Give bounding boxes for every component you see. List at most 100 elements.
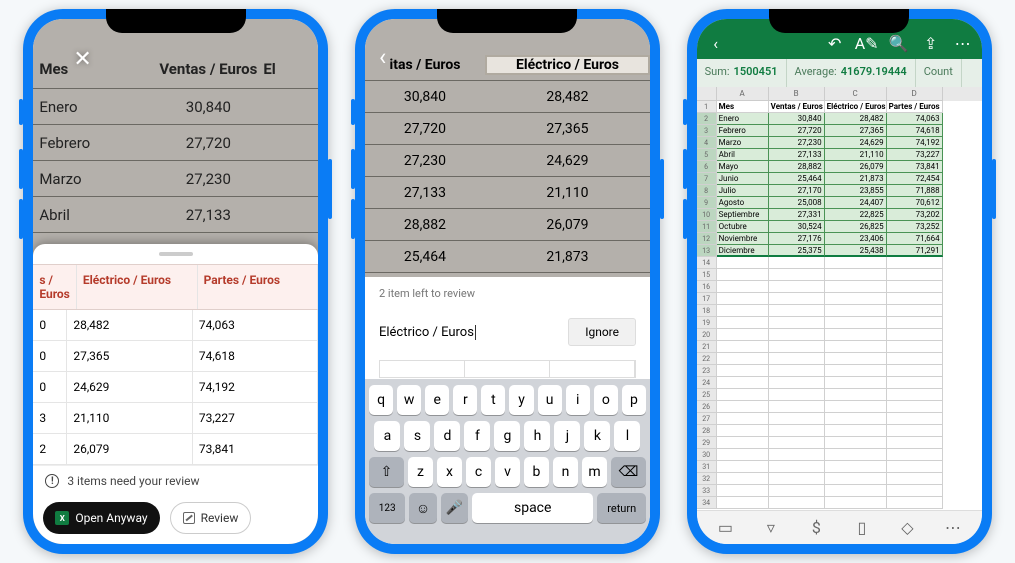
table-row[interactable]: 11Octubre30,52426,82573,252 [697, 221, 982, 233]
fill-icon[interactable]: ◇ [896, 517, 918, 539]
key-a[interactable]: a [374, 421, 400, 451]
back-icon[interactable]: ‹ [707, 34, 725, 52]
table-row[interactable]: 17 [697, 293, 982, 305]
table-row[interactable]: 21 [697, 341, 982, 353]
key-d[interactable]: d [434, 421, 460, 451]
share-icon[interactable]: ⇪ [922, 34, 940, 52]
table-row[interactable]: 8Julio27,17023,85571,888 [697, 185, 982, 197]
col-header[interactable]: D [887, 87, 943, 101]
table-row[interactable]: 25 [697, 389, 982, 401]
table-row[interactable]: 16 [697, 281, 982, 293]
key-u[interactable]: u [538, 385, 562, 415]
col-header[interactable]: B [769, 87, 825, 101]
key-r[interactable]: r [453, 385, 477, 415]
table-row[interactable]: 29 [697, 437, 982, 449]
ignore-button[interactable]: Ignore [568, 318, 636, 346]
table-row[interactable]: 1MesVentas / EurosEléctrico / EurosParte… [697, 101, 982, 113]
key-q[interactable]: q [369, 385, 393, 415]
review-button[interactable]: Review [170, 502, 252, 534]
table-row[interactable]: 028,48274,063 [33, 310, 318, 341]
key-j[interactable]: j [554, 421, 580, 451]
table-row[interactable]: 27 [697, 413, 982, 425]
draw-icon[interactable]: A✎ [858, 34, 876, 52]
search-icon[interactable]: 🔍 [890, 34, 908, 52]
key-v[interactable]: v [495, 457, 520, 487]
key-c[interactable]: c [466, 457, 491, 487]
correction-input[interactable]: Eléctrico / Euros [379, 325, 476, 340]
shift-key[interactable]: ⇧ [369, 457, 404, 487]
table-row[interactable]: 18 [697, 305, 982, 317]
table-row[interactable]: 34 [697, 497, 982, 509]
table-row[interactable]: 12Noviembre27,17623,40671,664 [697, 233, 982, 245]
cell-icon[interactable]: ▯ [851, 517, 873, 539]
space-key[interactable]: space [472, 493, 593, 523]
emoji-key[interactable]: ☺ [409, 493, 436, 523]
key-w[interactable]: w [397, 385, 421, 415]
table-row[interactable]: 5Abril27,13321,11073,227 [697, 149, 982, 161]
table-row[interactable]: 14 [697, 257, 982, 269]
table-row[interactable]: 31 [697, 461, 982, 473]
table-row[interactable]: 22 [697, 353, 982, 365]
table-row[interactable]: 2Enero30,84028,48274,063 [697, 113, 982, 125]
key-z[interactable]: z [408, 457, 433, 487]
col-header-electrico-selected[interactable]: Eléctrico / Euros [485, 55, 650, 75]
table-row[interactable]: 33 [697, 485, 982, 497]
table-row[interactable]: 28 [697, 425, 982, 437]
table-row[interactable]: 15 [697, 269, 982, 281]
filter-icon[interactable]: ▿ [760, 517, 782, 539]
table-row[interactable]: 10Septiembre27,33122,82573,202 [697, 209, 982, 221]
format-icon[interactable]: $ [805, 517, 827, 539]
key-y[interactable]: y [509, 385, 533, 415]
spreadsheet-grid[interactable]: ABCD 1MesVentas / EurosEléctrico / Euros… [697, 87, 982, 510]
table-row[interactable]: 024,62974,192 [33, 372, 318, 403]
table-row[interactable]: 226,07973,841 [33, 434, 318, 465]
table-row[interactable]: 6Mayo28,88226,07973,841 [697, 161, 982, 173]
key-t[interactable]: t [481, 385, 505, 415]
key-m[interactable]: m [582, 457, 607, 487]
close-icon[interactable]: ✕ [73, 47, 91, 72]
key-l[interactable]: l [614, 421, 640, 451]
backspace-key[interactable]: ⌫ [611, 457, 646, 487]
table-row[interactable]: 19 [697, 317, 982, 329]
table-row[interactable]: 3Febrero27,72027,36574,618 [697, 125, 982, 137]
key-p[interactable]: p [622, 385, 646, 415]
key-o[interactable]: o [594, 385, 618, 415]
keyboard[interactable]: qwertyuiop asdfghjkl ⇧ zxcvbnm ⌫ 123 ☺ 🎤… [365, 379, 650, 544]
table-row[interactable]: 4Marzo27,23024,62974,192 [697, 137, 982, 149]
col-header[interactable]: A [717, 87, 769, 101]
key-i[interactable]: i [566, 385, 590, 415]
back-icon[interactable]: ‹ [379, 43, 386, 71]
table-row[interactable]: 30 [697, 449, 982, 461]
numbers-key[interactable]: 123 [369, 493, 405, 523]
col-header[interactable] [697, 87, 717, 101]
key-k[interactable]: k [584, 421, 610, 451]
table-row[interactable]: 13Diciembre25,37525,43871,291 [697, 245, 982, 257]
key-x[interactable]: x [437, 457, 462, 487]
table-row[interactable]: 321,11073,227 [33, 403, 318, 434]
open-anyway-button[interactable]: X Open Anyway [43, 502, 159, 534]
more-icon[interactable]: ⋯ [954, 34, 972, 52]
table-row[interactable]: 24 [697, 377, 982, 389]
key-b[interactable]: b [524, 457, 549, 487]
return-key[interactable]: return [597, 493, 646, 523]
col-header[interactable]: C [825, 87, 887, 101]
table-row[interactable]: 26 [697, 401, 982, 413]
key-s[interactable]: s [404, 421, 430, 451]
key-f[interactable]: f [464, 421, 490, 451]
key-e[interactable]: e [425, 385, 449, 415]
undo-icon[interactable]: ↶ [826, 34, 844, 52]
more-icon[interactable]: ⋯ [942, 517, 964, 539]
suggestion-bar[interactable] [379, 360, 636, 378]
key-n[interactable]: n [553, 457, 578, 487]
table-row[interactable]: 9Agosto25,00824,40770,612 [697, 197, 982, 209]
mic-key[interactable]: 🎤 [441, 493, 468, 523]
key-g[interactable]: g [494, 421, 520, 451]
table-row[interactable]: 23 [697, 365, 982, 377]
key-h[interactable]: h [524, 421, 550, 451]
sheets-icon[interactable]: ▭ [714, 517, 736, 539]
drag-handle[interactable] [159, 252, 193, 256]
table-row[interactable]: 027,36574,618 [33, 341, 318, 372]
table-row[interactable]: 7Junio25,46421,87372,454 [697, 173, 982, 185]
table-row[interactable]: 20 [697, 329, 982, 341]
table-row[interactable]: 32 [697, 473, 982, 485]
